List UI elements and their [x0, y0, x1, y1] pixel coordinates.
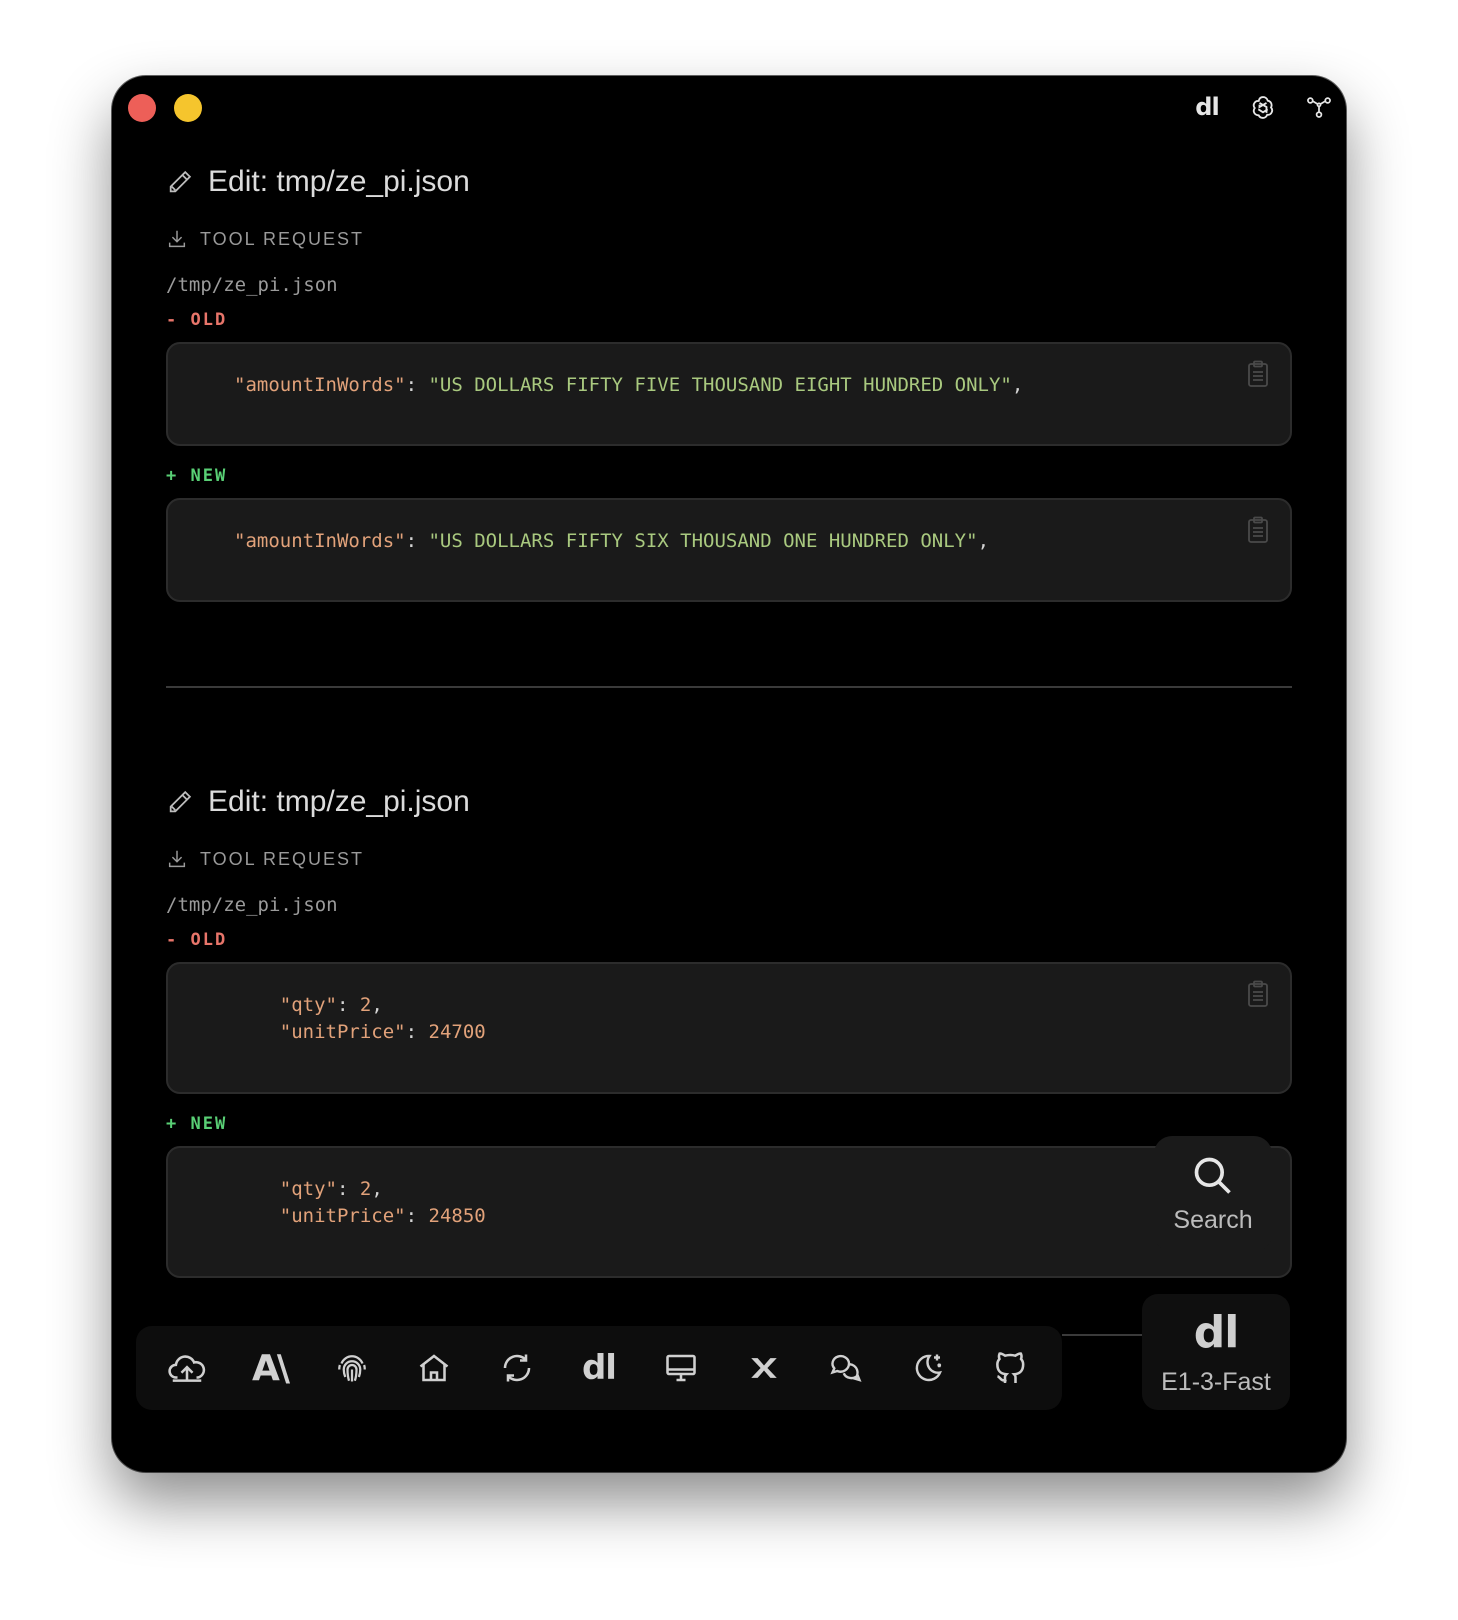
code-lines: "qty": 2, "unitPrice": 24700	[234, 992, 1224, 1046]
clipboard-icon[interactable]	[1246, 360, 1270, 388]
chat-icon[interactable]	[824, 1346, 868, 1390]
old-label: - OLD	[166, 310, 228, 330]
refresh-icon[interactable]	[495, 1346, 539, 1390]
code-token: :	[405, 530, 429, 552]
search-icon	[1194, 1157, 1231, 1194]
search-label: Search	[1173, 1205, 1253, 1234]
old-label: - OLD	[166, 930, 228, 950]
minimize-window-button[interactable]	[174, 94, 202, 122]
edit-title-text: Edit: tmp/ze_pi.json	[208, 785, 470, 818]
code-token: "qty"	[279, 994, 337, 1016]
code-lines: "qty": 2, "unitPrice": 24850	[234, 1176, 1224, 1230]
home-icon[interactable]	[412, 1346, 456, 1390]
new-code-box: "qty": 2, "unitPrice": 24850	[166, 1146, 1292, 1278]
close-window-button[interactable]	[128, 94, 156, 122]
code-token: 2	[359, 1178, 372, 1200]
edit-title: Edit: tmp/ze_pi.json	[166, 776, 1292, 828]
network-icon[interactable]	[1302, 90, 1336, 124]
code-token: ,	[371, 994, 383, 1016]
monitor-icon[interactable]	[659, 1346, 703, 1390]
dl-icon-text: dl	[581, 1348, 617, 1388]
dl-icon[interactable]: dl	[577, 1346, 621, 1390]
dl-logo-button[interactable]: dl	[1190, 90, 1224, 124]
code-token: "unitPrice"	[279, 1021, 406, 1043]
code-token: 2	[359, 994, 372, 1016]
cloud-upload-icon[interactable]	[165, 1346, 209, 1390]
code-token: "amountInWords"	[234, 374, 406, 396]
code-line: "amountInWords": "US DOLLARS FIFTY FIVE …	[234, 372, 1224, 399]
section-divider	[166, 686, 1292, 688]
anthropic-text: A\	[252, 1347, 290, 1389]
code-lines: "amountInWords": "US DOLLARS FIFTY FIVE …	[234, 372, 1224, 399]
clipboard-icon[interactable]	[1246, 980, 1270, 1008]
model-label: E1-3-Fast	[1161, 1368, 1271, 1396]
model-logo: dl	[1193, 1307, 1240, 1358]
download-icon	[168, 230, 186, 248]
dl-logo-text: dl	[1195, 93, 1219, 121]
pencil-icon	[169, 170, 192, 193]
tool-request-label: TOOL REQUEST	[166, 226, 1292, 252]
search-button[interactable]: Search	[1154, 1136, 1272, 1252]
code-token: "amountInWords"	[234, 530, 406, 552]
code-token: :	[336, 994, 360, 1016]
download-icon	[168, 850, 186, 868]
code-token: 24850	[428, 1205, 486, 1227]
code-token: "qty"	[279, 1178, 337, 1200]
code-token: "US DOLLARS FIFTY SIX THOUSAND ONE HUNDR…	[428, 530, 978, 552]
file-path: /tmp/ze_pi.json	[166, 894, 338, 916]
edit-block-2: Edit: tmp/ze_pi.json TOOL REQUEST /tmp/z…	[166, 776, 1292, 1278]
code-line: "unitPrice": 24850	[234, 1203, 1224, 1230]
conversation-content: Edit: tmp/ze_pi.json TOOL REQUEST /tmp/z…	[166, 156, 1292, 1278]
old-code-box: "amountInWords": "US DOLLARS FIFTY FIVE …	[166, 342, 1292, 446]
tool-request-text: TOOL REQUEST	[200, 228, 365, 249]
code-token: ,	[1011, 374, 1024, 396]
code-token: :	[405, 374, 429, 396]
top-right-toolbar: dl	[1190, 90, 1336, 124]
bottom-divider	[1062, 1334, 1142, 1336]
anthropic-icon[interactable]: A\	[248, 1346, 292, 1390]
code-line: "amountInWords": "US DOLLARS FIFTY SIX T…	[234, 528, 1224, 555]
openai-icon[interactable]	[1246, 90, 1280, 124]
old-code-box: "qty": 2, "unitPrice": 24700	[166, 962, 1292, 1094]
edit-block-1: Edit: tmp/ze_pi.json TOOL REQUEST /tmp/z…	[166, 156, 1292, 602]
code-lines: "amountInWords": "US DOLLARS FIFTY SIX T…	[234, 528, 1224, 555]
code-token: ,	[371, 1178, 383, 1200]
code-line: "qty": 2,	[234, 1176, 1224, 1203]
app-window: dl Edit: tmp/ze_pi.json TOOL REQUEST /tm…	[112, 76, 1346, 1472]
code-token: "US DOLLARS FIFTY FIVE THOUSAND EIGHT HU…	[428, 374, 1012, 396]
pencil-icon	[169, 790, 192, 813]
file-path: /tmp/ze_pi.json	[166, 274, 338, 296]
new-code-box: "amountInWords": "US DOLLARS FIFTY SIX T…	[166, 498, 1292, 602]
code-line: "qty": 2,	[234, 992, 1224, 1019]
x-icon[interactable]	[742, 1346, 786, 1390]
code-token: :	[405, 1205, 429, 1227]
model-selector[interactable]: dl E1-3-Fast	[1142, 1294, 1290, 1410]
code-token: "unitPrice"	[279, 1205, 406, 1227]
code-token: ,	[977, 530, 990, 552]
moon-sparkle-icon[interactable]	[906, 1346, 950, 1390]
fingerprint-icon[interactable]	[330, 1346, 374, 1390]
tool-request-text: TOOL REQUEST	[200, 848, 365, 869]
code-token: :	[336, 1178, 360, 1200]
github-icon[interactable]	[989, 1346, 1033, 1390]
edit-title: Edit: tmp/ze_pi.json	[166, 156, 1292, 208]
code-token: :	[405, 1021, 429, 1043]
code-token: 24700	[428, 1021, 486, 1043]
bottom-toolbar: A\ dl	[136, 1326, 1062, 1410]
edit-title-text: Edit: tmp/ze_pi.json	[208, 165, 470, 198]
clipboard-icon[interactable]	[1246, 516, 1270, 544]
tool-request-label: TOOL REQUEST	[166, 846, 1292, 872]
code-line: "unitPrice": 24700	[234, 1019, 1224, 1046]
